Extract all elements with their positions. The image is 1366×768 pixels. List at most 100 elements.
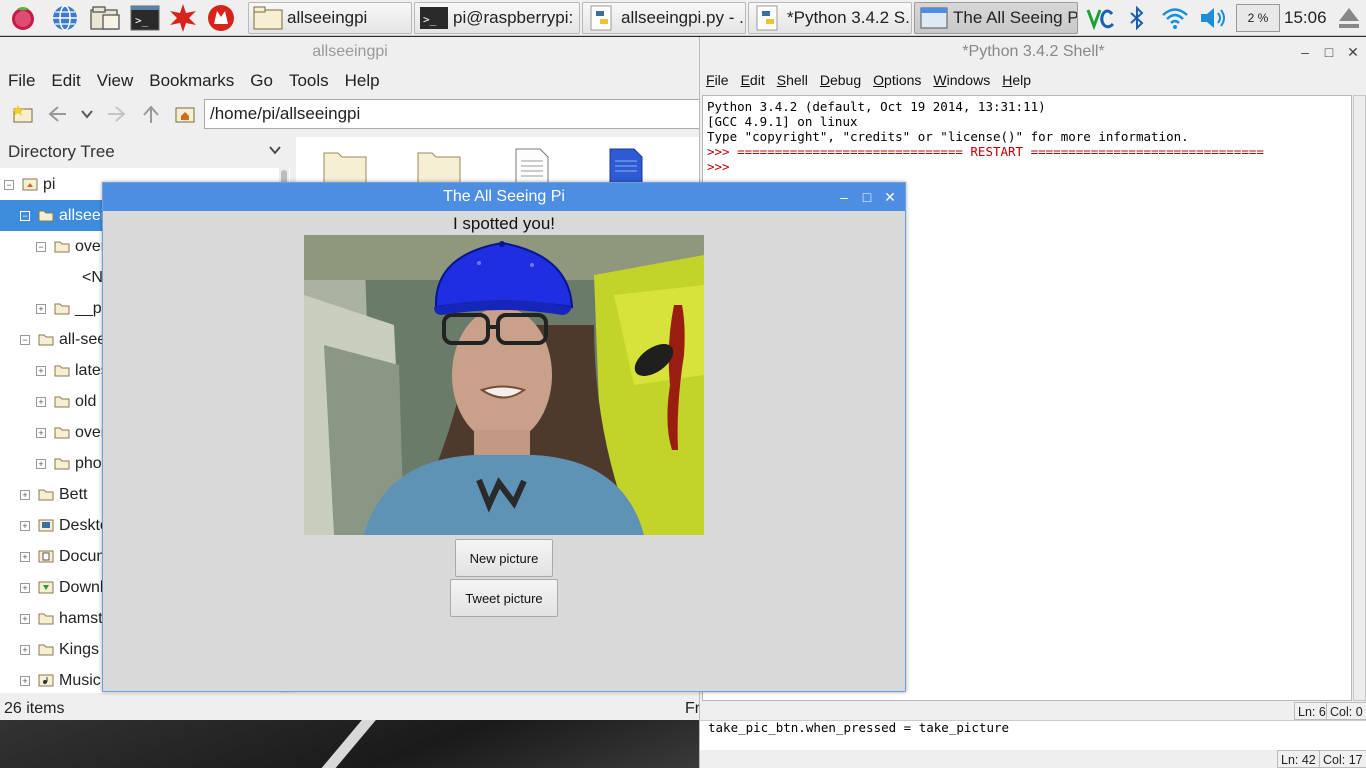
menu-debug[interactable]: Debug (814, 72, 867, 88)
column-number: Col: 0 (1326, 702, 1366, 720)
cpu-usage-monitor[interactable]: 2 % (1236, 4, 1280, 32)
line-number: Ln: 42 (1277, 750, 1320, 768)
shell-status-bar: Ln: 6 Col: 0 (700, 702, 1366, 720)
folder-icon (54, 364, 70, 377)
status-bar: 26 items Fr (0, 697, 700, 720)
expand-icon[interactable]: + (36, 458, 46, 469)
wolfram-icon[interactable] (204, 2, 238, 34)
file-manager-icon[interactable] (88, 2, 122, 34)
desktop-wallpaper (0, 718, 700, 768)
folder-icon (54, 240, 70, 253)
new-picture-button[interactable]: New picture (455, 539, 553, 577)
sidebar-mode-label: Directory Tree (8, 142, 115, 161)
toolbar: /home/pi/allseeingpi (0, 97, 700, 133)
wifi-icon[interactable] (1158, 2, 1192, 34)
task-terminal[interactable]: >_ pi@raspberrypi: ... (414, 2, 580, 34)
folder-icon (54, 457, 70, 470)
task-label: *Python 3.4.2 S... (787, 8, 912, 27)
history-dropdown-icon[interactable] (74, 101, 100, 127)
music-folder-icon (38, 674, 54, 687)
tree-item-label: Bett (59, 485, 88, 503)
menu-bookmarks[interactable]: Bookmarks (141, 71, 242, 91)
back-icon[interactable] (44, 101, 70, 127)
svg-text:>_: >_ (423, 13, 437, 26)
folder-icon (38, 209, 54, 222)
task-python-shell[interactable]: *Python 3.4.2 S... (748, 2, 912, 34)
editor-code-line[interactable]: take_pic_btn.when_pressed = take_picture (700, 720, 1366, 750)
task-editor[interactable]: allseeingpi.py - ... (582, 2, 746, 34)
task-label: pi@raspberrypi: ... (453, 8, 580, 27)
expand-icon[interactable]: + (20, 675, 30, 686)
shell-prompt: >>> (707, 159, 730, 174)
folder-icon (38, 643, 54, 656)
minimize-icon[interactable]: – (835, 188, 853, 206)
clock[interactable]: 15:06 (1284, 0, 1330, 36)
eject-icon[interactable] (1334, 2, 1364, 34)
task-allseeingpi-filemanager[interactable]: allseeingpi (248, 2, 412, 34)
wallpaper-road-stripe (296, 718, 378, 768)
window-title: allseeingpi (312, 43, 388, 60)
downloads-folder-icon (38, 581, 54, 594)
close-icon[interactable]: ✕ (1344, 43, 1362, 61)
menu-options[interactable]: Options (867, 72, 927, 88)
documents-folder-icon (38, 550, 54, 563)
expand-icon[interactable]: + (20, 520, 30, 531)
collapse-icon[interactable]: − (4, 179, 14, 190)
menu-edit[interactable]: Edit (43, 71, 88, 91)
expand-icon[interactable]: + (20, 582, 30, 593)
shell-scrollbar[interactable] (1353, 95, 1366, 701)
editor-status-bar: Ln: 42 Col: 17 (700, 750, 1366, 768)
menu-file[interactable]: File (0, 71, 43, 91)
menu-tools[interactable]: Tools (281, 71, 337, 91)
menu-view[interactable]: View (89, 71, 142, 91)
svg-text:>_: >_ (135, 14, 149, 27)
folder-icon (54, 426, 70, 439)
collapse-icon[interactable]: − (36, 241, 46, 252)
tree-item-label: old (75, 392, 97, 410)
folder-icon (253, 5, 283, 31)
maximize-icon[interactable]: □ (858, 188, 876, 206)
forward-icon[interactable] (104, 101, 130, 127)
menu-go[interactable]: Go (242, 71, 281, 91)
web-browser-icon[interactable] (48, 2, 82, 34)
window-title: The All Seeing Pi (103, 183, 905, 211)
up-icon[interactable] (138, 101, 164, 127)
terminal-icon[interactable]: >_ (128, 2, 162, 34)
bluetooth-icon[interactable] (1124, 2, 1150, 34)
menu-bar: File Edit Shell Debug Options Windows He… (700, 67, 1366, 93)
home-icon[interactable] (172, 101, 198, 127)
expand-icon[interactable]: + (20, 644, 30, 655)
tweet-picture-button[interactable]: Tweet picture (450, 579, 558, 617)
folder-icon (54, 302, 70, 315)
menu-shell[interactable]: Shell (771, 72, 814, 88)
volume-icon[interactable] (1196, 2, 1230, 34)
expand-icon[interactable]: + (36, 396, 46, 407)
collapse-icon[interactable]: − (20, 210, 30, 221)
path-bar[interactable]: /home/pi/allseeingpi (204, 99, 700, 129)
expand-icon[interactable]: + (20, 551, 30, 562)
expand-icon[interactable]: + (36, 427, 46, 438)
minimize-icon[interactable]: – (1296, 43, 1314, 61)
maximize-icon[interactable]: □ (1320, 43, 1338, 61)
shell-line: Python 3.4.2 (default, Oct 19 2014, 13:3… (707, 99, 1046, 114)
close-icon[interactable]: ✕ (881, 188, 899, 206)
task-all-seeing-pi[interactable]: The All Seeing Pi (914, 2, 1078, 34)
sidebar-mode-selector[interactable]: Directory Tree (0, 137, 290, 167)
expand-icon[interactable]: + (36, 365, 46, 376)
terminal-icon: >_ (419, 5, 449, 31)
math-kernel-icon[interactable] (166, 2, 200, 34)
new-tab-icon[interactable] (10, 101, 36, 127)
expand-icon[interactable]: + (20, 489, 30, 500)
vnc-icon[interactable] (1084, 2, 1118, 34)
menu-windows[interactable]: Windows (927, 72, 996, 88)
collapse-icon[interactable]: − (20, 334, 30, 345)
chevron-down-icon (268, 142, 282, 162)
menu-help[interactable]: Help (337, 71, 388, 91)
tree-item-label: pi (43, 175, 56, 193)
menu-edit[interactable]: Edit (735, 72, 771, 88)
raspberry-menu-icon[interactable] (6, 2, 40, 34)
expand-icon[interactable]: + (20, 613, 30, 624)
expand-icon[interactable]: + (36, 303, 46, 314)
menu-help[interactable]: Help (996, 72, 1037, 88)
menu-file[interactable]: File (700, 72, 735, 88)
